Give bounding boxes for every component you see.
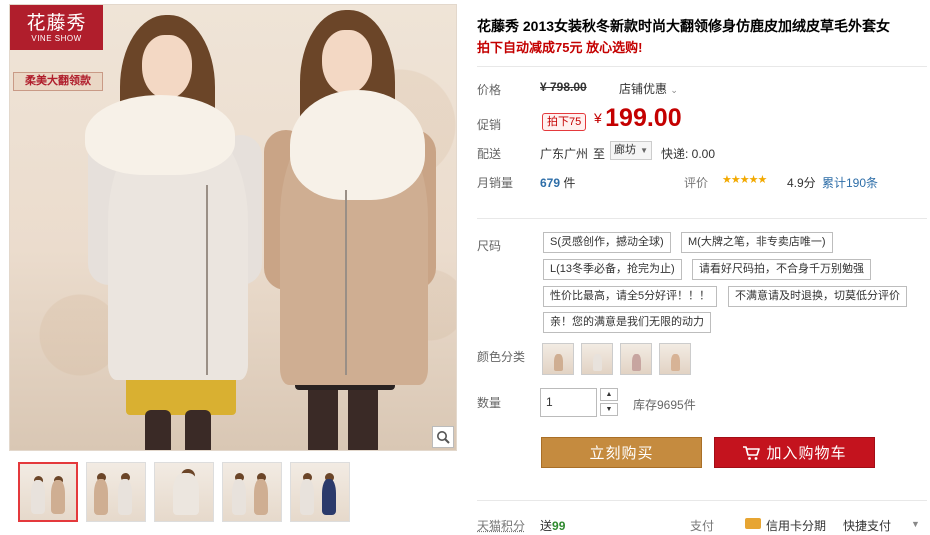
original-price: ¥ 798.00 bbox=[540, 80, 587, 94]
color-label: 颜色分类 bbox=[477, 350, 526, 364]
thumbnail-4[interactable] bbox=[222, 462, 282, 522]
sales-count: 679 bbox=[540, 176, 561, 190]
currency-symbol: ¥ bbox=[594, 110, 602, 126]
credit-card-icon bbox=[745, 518, 761, 529]
size-label: 尺码 bbox=[477, 239, 502, 253]
size-option-m[interactable]: M(大牌之笔，非专卖店唯一) bbox=[681, 232, 833, 253]
quantity-input[interactable]: 1 bbox=[540, 388, 597, 417]
brand-logo-en: VINE SHOW bbox=[31, 33, 82, 43]
thumbnail-3[interactable] bbox=[154, 462, 214, 522]
product-subtitle: 拍下自动减成75元 放心选购! bbox=[477, 40, 643, 55]
price-label: 价格 bbox=[477, 83, 502, 97]
destination-select[interactable]: 廊坊 ▼ bbox=[610, 141, 652, 160]
thumbnail-2[interactable] bbox=[86, 462, 146, 522]
promo-label: 促销 bbox=[477, 118, 502, 132]
chevron-down-icon: ▼ bbox=[605, 406, 613, 413]
image-promo-tag: 柔美大翻领款 bbox=[13, 72, 103, 91]
monthly-sales: 679 件 bbox=[540, 174, 575, 191]
shopping-cart-icon bbox=[743, 445, 761, 460]
thumbnail-strip bbox=[18, 462, 350, 522]
buy-now-label: 立刻购买 bbox=[589, 445, 654, 462]
monthly-sales-label: 月销量 bbox=[477, 176, 514, 190]
rating-score: 4.9分 bbox=[787, 176, 816, 190]
sales-unit: 件 bbox=[563, 176, 576, 190]
color-option-2[interactable] bbox=[581, 343, 613, 375]
quick-pay[interactable]: 快捷支付 bbox=[843, 517, 891, 534]
star-rating-icon: ★★★★★ bbox=[722, 174, 767, 186]
brand-logo-cn: 花藤秀 bbox=[26, 11, 87, 34]
color-option-4[interactable] bbox=[659, 343, 691, 375]
quantity-increase-button[interactable]: ▲ bbox=[600, 388, 618, 401]
add-to-cart-label: 加入购物车 bbox=[766, 445, 847, 462]
size-option-l[interactable]: L(13冬季必备，抢完为止) bbox=[543, 259, 682, 280]
model-left bbox=[80, 15, 270, 450]
shipping-label: 配送 bbox=[477, 147, 502, 161]
magnifier-icon[interactable] bbox=[432, 426, 454, 448]
chevron-up-icon: ▲ bbox=[605, 391, 613, 398]
title-divider bbox=[477, 66, 927, 67]
shipping-to: 至 bbox=[593, 147, 606, 161]
store-promo-text: 店铺优惠 bbox=[619, 82, 668, 96]
color-option-1[interactable] bbox=[542, 343, 574, 375]
sku-divider bbox=[477, 218, 927, 219]
credit-card-installment[interactable]: 信用卡分期 bbox=[766, 517, 826, 534]
promo-price: ¥ 199.00 bbox=[594, 104, 682, 133]
main-product-image[interactable]: 花藤秀 VINE SHOW 柔美大翻领款 bbox=[9, 4, 457, 451]
buy-now-button[interactable]: 立刻购买 bbox=[541, 437, 702, 468]
size-option-note-4[interactable]: 亲！您的满意是我们无限的动力 bbox=[543, 312, 711, 333]
tmall-points: 送99 bbox=[540, 517, 565, 534]
points-prefix: 送 bbox=[540, 519, 553, 533]
size-option-note-1[interactable]: 请看好尺码拍，不合身千万别勉强 bbox=[692, 259, 871, 280]
payment-label: 支付 bbox=[690, 519, 715, 533]
shipping-origin: 广东广州 bbox=[540, 147, 589, 161]
footer-divider bbox=[477, 500, 927, 501]
tmall-points-label[interactable]: 天猫积分 bbox=[477, 517, 525, 534]
dropdown-arrow-icon: ▼ bbox=[640, 146, 648, 155]
shipping-fee: 快递: 0.00 bbox=[661, 147, 716, 161]
size-option-s[interactable]: S(灵感创作，撼动全球) bbox=[543, 232, 671, 253]
points-value: 99 bbox=[552, 519, 566, 533]
brand-logo: 花藤秀 VINE SHOW bbox=[10, 5, 103, 50]
review-count-link[interactable]: 累计190条 bbox=[822, 174, 878, 191]
thumbnail-1[interactable] bbox=[18, 462, 78, 522]
destination-value: 廊坊 bbox=[614, 144, 636, 156]
quantity-label: 数量 bbox=[477, 396, 502, 410]
store-promo-link[interactable]: 店铺优惠 ⌄ bbox=[619, 80, 678, 97]
rating-label: 评价 bbox=[684, 176, 709, 190]
chevron-down-icon: ⌄ bbox=[670, 85, 678, 95]
model-right bbox=[260, 5, 450, 450]
size-option-note-2[interactable]: 性价比最高，请全5分好评！！！ bbox=[543, 286, 718, 307]
chevron-down-icon[interactable]: ▼ bbox=[911, 519, 920, 529]
promo-badge: 拍下75 bbox=[542, 113, 587, 131]
color-option-3[interactable] bbox=[620, 343, 652, 375]
add-to-cart-button[interactable]: 加入购物车 bbox=[714, 437, 875, 468]
stock-count: 库存9695件 bbox=[633, 398, 696, 412]
promo-price-value: 199.00 bbox=[605, 104, 682, 132]
size-option-note-3[interactable]: 不满意请及时退换，切莫低分评价 bbox=[728, 286, 907, 307]
product-title: 花藤秀 2013女装秋冬新款时尚大翻领修身仿鹿皮加绒皮草毛外套女 bbox=[477, 18, 891, 34]
quantity-decrease-button[interactable]: ▼ bbox=[600, 403, 618, 416]
thumbnail-5[interactable] bbox=[290, 462, 350, 522]
